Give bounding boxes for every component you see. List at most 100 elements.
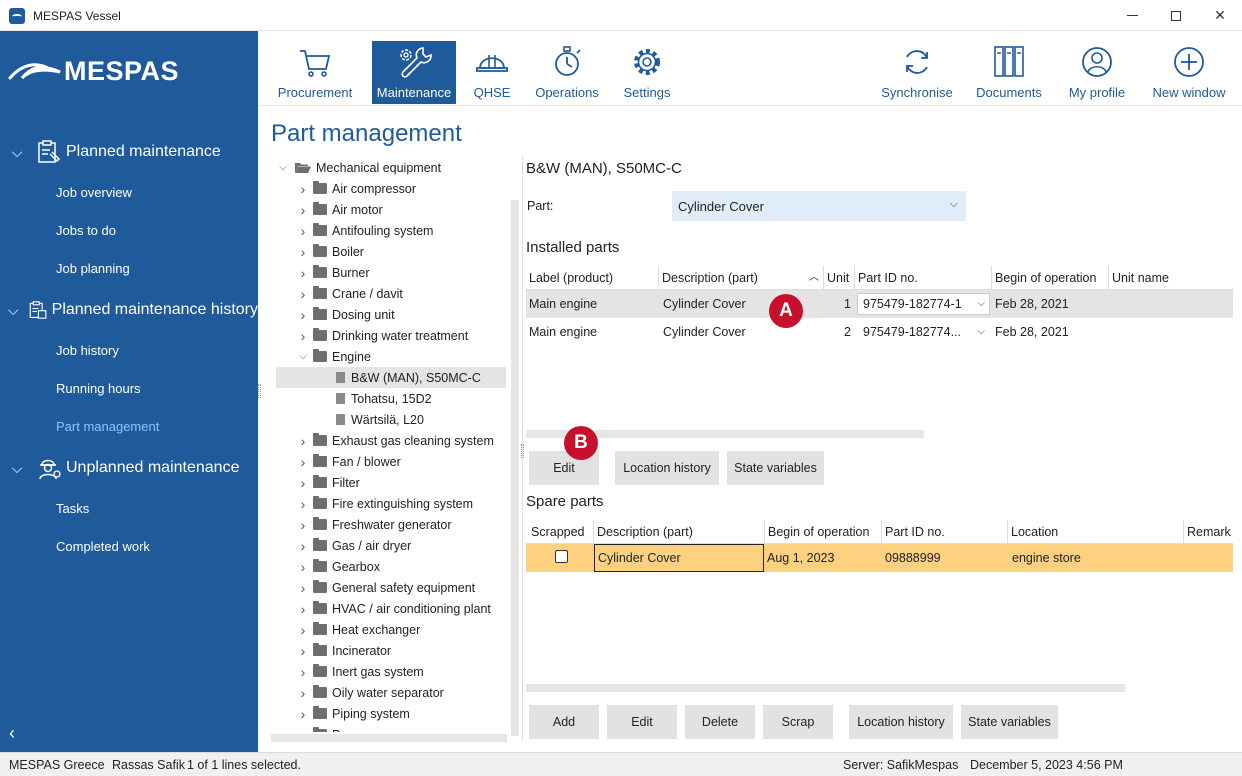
toolbar-documents[interactable]: Documents	[974, 41, 1044, 104]
tree-item[interactable]: › Antifouling system	[276, 220, 506, 241]
tree-item[interactable]: › Freshwater generator	[276, 514, 506, 535]
toolbar-my-profile[interactable]: My profile	[1062, 41, 1132, 104]
chevron-right-icon[interactable]: ›	[296, 475, 310, 491]
chevron-right-icon[interactable]: ›	[296, 202, 310, 218]
chevron-right-icon[interactable]: ›	[296, 664, 310, 680]
toolbar-settings[interactable]: Settings	[620, 41, 674, 104]
spare-parts-scrollbar[interactable]	[526, 684, 1125, 692]
tree-item[interactable]: › Incinerator	[276, 640, 506, 661]
tree-item[interactable]: › Pump	[276, 724, 506, 732]
toolbar-procurement[interactable]: Procurement	[274, 41, 356, 104]
sidebar-item-jobs-to-do[interactable]: Jobs to do	[56, 223, 116, 238]
nav-section-planned-maintenance[interactable]: ⌵ Planned maintenance	[0, 135, 258, 169]
tree-item[interactable]: B&W (MAN), S50MC-C	[276, 367, 506, 388]
chevron-right-icon[interactable]: ›	[296, 433, 310, 449]
sidebar-item-job-planning[interactable]: Job planning	[56, 261, 130, 276]
tree-item[interactable]: › Piping system	[276, 703, 506, 724]
cell-description-editor[interactable]: Cylinder Cover	[594, 544, 764, 572]
installed-row[interactable]: Main engine Cylinder Cover 2 975479-1827…	[526, 318, 1233, 346]
scrapped-checkbox[interactable]	[555, 550, 568, 563]
installed-row[interactable]: Main engine Cylinder Cover 1 975479-1827…	[526, 290, 1233, 318]
tree-item[interactable]: › HVAC / air conditioning plant	[276, 598, 506, 619]
tree-item[interactable]: › Gearbox	[276, 556, 506, 577]
chevron-right-icon[interactable]: ›	[296, 601, 310, 617]
collapse-sidebar-icon[interactable]: ‹	[9, 723, 15, 744]
tree-item[interactable]: Tohatsu, 15D2	[276, 388, 506, 409]
part-id-dropdown[interactable]: 975479-182774... ⌵	[857, 321, 990, 343]
sidebar-item-job-history[interactable]: Job history	[56, 343, 119, 358]
tree-item[interactable]: › Heat exchanger	[276, 619, 506, 640]
chevron-right-icon[interactable]: ›	[296, 181, 310, 197]
sidebar-item-running-hours[interactable]: Running hours	[56, 381, 141, 396]
tree-item[interactable]: › Oily water separator	[276, 682, 506, 703]
tree-item[interactable]: › Burner	[276, 262, 506, 283]
spare-scrap-button[interactable]: Scrap	[763, 705, 833, 739]
spare-row[interactable]: Cylinder Cover Aug 1, 2023 09888999 engi…	[526, 544, 1233, 572]
part-select[interactable]: Cylinder Cover ⌵	[672, 191, 966, 221]
toolbar-synchronise[interactable]: Synchronise	[878, 41, 956, 104]
spare-edit-button[interactable]: Edit	[607, 705, 677, 739]
sidebar-item-part-management[interactable]: Part management	[56, 419, 159, 434]
column-header-begin[interactable]: Begin of operation	[992, 266, 1109, 290]
spare-location-history-button[interactable]: Location history	[849, 705, 953, 739]
tree-item[interactable]: › Boiler	[276, 241, 506, 262]
chevron-right-icon[interactable]: ›	[296, 265, 310, 281]
pane-resize-grip[interactable]	[521, 444, 524, 458]
column-header-location[interactable]: Location	[1008, 520, 1184, 544]
minimize-button[interactable]	[1110, 0, 1154, 31]
tree-item[interactable]: › Air motor	[276, 199, 506, 220]
column-header-description[interactable]: Description (part) ︿	[659, 266, 824, 290]
sidebar-item-job-overview[interactable]: Job overview	[56, 185, 132, 200]
toolbar-maintenance[interactable]: Maintenance	[372, 41, 456, 104]
chevron-right-icon[interactable]: ›	[296, 706, 310, 722]
chevron-down-icon[interactable]: ⌵	[276, 162, 290, 173]
tree-item[interactable]: › Crane / davit	[276, 283, 506, 304]
nav-section-planned-maintenance-history[interactable]: ⌵ Planned maintenance history	[0, 293, 258, 327]
close-button[interactable]: ✕	[1198, 0, 1242, 31]
column-header-description[interactable]: Description (part)	[594, 520, 765, 544]
column-header-scrapped[interactable]: Scrapped	[526, 520, 594, 544]
sidebar-item-completed-work[interactable]: Completed work	[56, 539, 150, 554]
chevron-down-icon[interactable]: ⌵	[296, 351, 310, 362]
tree-root[interactable]: ⌵ Mechanical equipment	[276, 157, 506, 178]
chevron-right-icon[interactable]: ›	[296, 328, 310, 344]
maximize-button[interactable]	[1154, 0, 1198, 31]
spare-add-button[interactable]: Add	[529, 705, 599, 739]
tree-item[interactable]: › Inert gas system	[276, 661, 506, 682]
chevron-right-icon[interactable]: ›	[296, 517, 310, 533]
column-header-part-id[interactable]: Part ID no.	[855, 266, 992, 290]
installed-location-history-button[interactable]: Location history	[615, 451, 719, 485]
spare-delete-button[interactable]: Delete	[685, 705, 755, 739]
chevron-right-icon[interactable]: ›	[296, 223, 310, 239]
chevron-right-icon[interactable]: ›	[296, 286, 310, 302]
chevron-right-icon[interactable]: ›	[296, 727, 310, 733]
tree-item[interactable]: › General safety equipment	[276, 577, 506, 598]
toolbar-new-window[interactable]: New window	[1148, 41, 1230, 104]
chevron-right-icon[interactable]: ›	[296, 685, 310, 701]
part-id-dropdown[interactable]: 975479-182774-1 ⌵	[857, 293, 990, 315]
chevron-right-icon[interactable]: ›	[296, 580, 310, 596]
tree-item[interactable]: › Dosing unit	[276, 304, 506, 325]
column-header-begin[interactable]: Begin of operation	[765, 520, 882, 544]
chevron-right-icon[interactable]: ›	[296, 622, 310, 638]
tree-item[interactable]: › Gas / air dryer	[276, 535, 506, 556]
tree-item[interactable]: Wärtsilä, L20	[276, 409, 506, 430]
tree-horizontal-scrollbar[interactable]	[271, 734, 507, 742]
tree-item[interactable]: › Exhaust gas cleaning system	[276, 430, 506, 451]
nav-section-unplanned-maintenance[interactable]: ⌵ Unplanned maintenance	[0, 451, 258, 485]
toolbar-operations[interactable]: Operations	[530, 41, 604, 104]
column-header-unit-name[interactable]: Unit name	[1109, 266, 1233, 290]
chevron-right-icon[interactable]: ›	[296, 559, 310, 575]
sidebar-resize-grip[interactable]	[258, 384, 261, 398]
tree-item[interactable]: › Air compressor	[276, 178, 506, 199]
chevron-right-icon[interactable]: ›	[296, 643, 310, 659]
tree-item[interactable]: › Fan / blower	[276, 451, 506, 472]
tree-item[interactable]: › Filter	[276, 472, 506, 493]
tree-vertical-scrollbar[interactable]	[511, 200, 519, 736]
chevron-right-icon[interactable]: ›	[296, 538, 310, 554]
spare-state-variables-button[interactable]: State variables	[961, 705, 1058, 739]
column-header-part-id[interactable]: Part ID no.	[882, 520, 1008, 544]
column-header-unit[interactable]: Unit	[824, 266, 855, 290]
chevron-right-icon[interactable]: ›	[296, 454, 310, 470]
chevron-right-icon[interactable]: ›	[296, 496, 310, 512]
